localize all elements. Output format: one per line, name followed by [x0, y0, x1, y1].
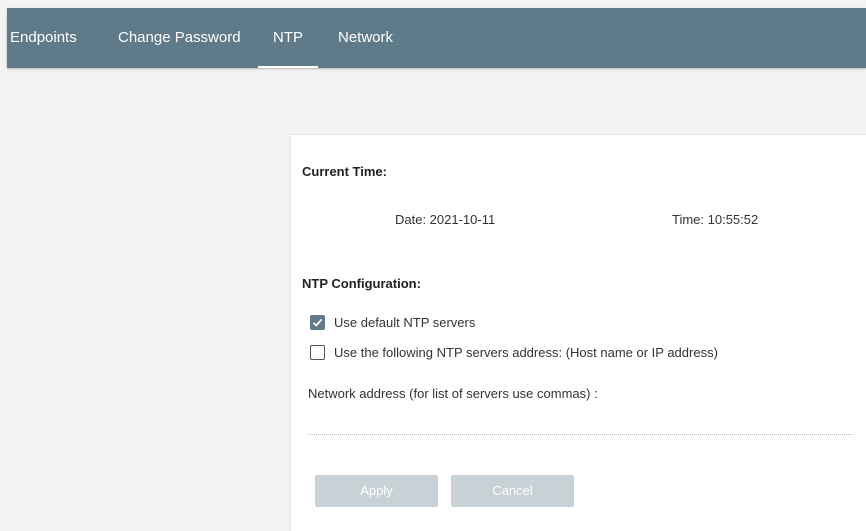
- cancel-button[interactable]: Cancel: [451, 475, 574, 507]
- use-default-ntp-label[interactable]: Use default NTP servers: [334, 315, 475, 330]
- current-date: Date: 2021-10-11: [395, 212, 496, 227]
- check-icon: [312, 318, 323, 327]
- ntp-settings-card: Current Time: Date: 2021-10-11 Time: 10:…: [290, 134, 866, 531]
- tab-ntp[interactable]: NTP: [258, 8, 318, 68]
- use-custom-ntp-checkbox[interactable]: [310, 345, 325, 360]
- top-navigation-bar: Endpoints Change Password NTP Network: [7, 8, 866, 68]
- use-custom-ntp-label[interactable]: Use the following NTP servers address: (…: [334, 345, 718, 360]
- network-address-input[interactable]: [308, 434, 853, 435]
- tab-endpoints[interactable]: Endpoints: [10, 8, 77, 68]
- network-address-label: Network address (for list of servers use…: [308, 386, 598, 401]
- current-time-title: Current Time:: [302, 164, 387, 179]
- tab-change-password[interactable]: Change Password: [118, 8, 241, 68]
- ntp-configuration-title: NTP Configuration:: [302, 276, 421, 291]
- current-time: Time: 10:55:52: [672, 212, 759, 227]
- tab-network[interactable]: Network: [338, 8, 393, 68]
- apply-button[interactable]: Apply: [315, 475, 438, 507]
- use-default-ntp-checkbox[interactable]: [310, 315, 325, 330]
